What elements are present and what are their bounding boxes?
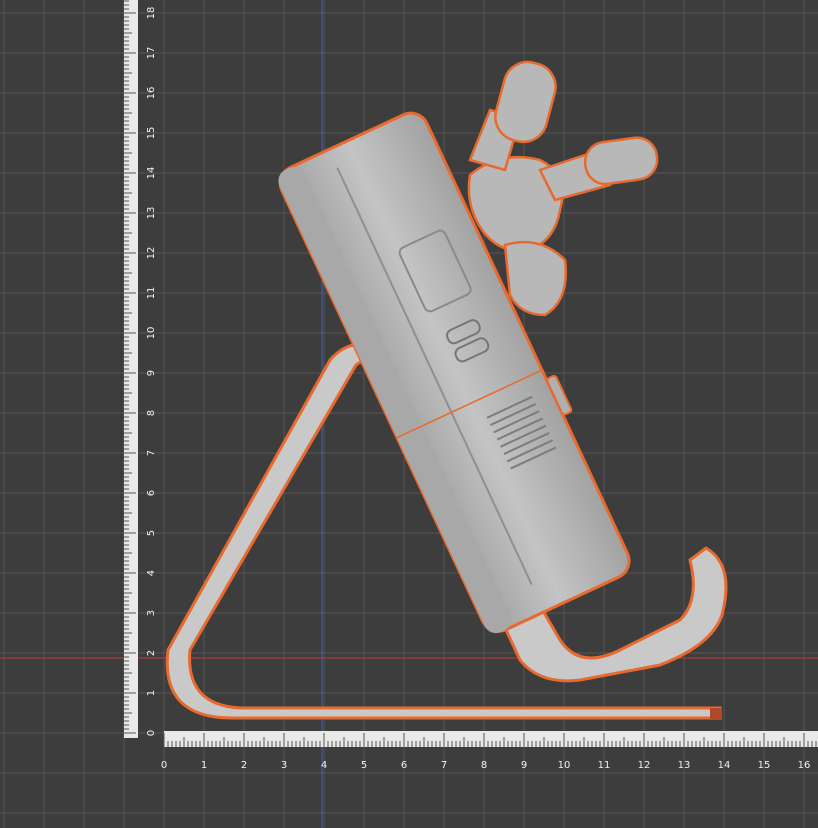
vertical-ruler-label: 13 [146, 207, 157, 220]
vertical-ruler-label: 8 [146, 410, 157, 416]
vertical-ruler-label: 18 [146, 7, 157, 20]
horizontal-ruler-label: 1 [201, 760, 207, 771]
vertical-ruler-label: 2 [146, 650, 157, 656]
vertical-ruler-label: 0 [146, 730, 157, 736]
horizontal-ruler-label: 0 [161, 760, 167, 771]
horizontal-ruler-label: 9 [521, 760, 527, 771]
figurine-legs [503, 240, 567, 317]
horizontal-ruler-label: 7 [441, 760, 447, 771]
figurine-cannon [583, 136, 659, 186]
figurine-cylinder [494, 60, 557, 144]
vertical-ruler-label: 3 [146, 610, 157, 616]
vertical-ruler-label: 9 [146, 370, 157, 376]
vertical-ruler-label: 10 [146, 327, 157, 340]
horizontal-ruler-label: 12 [638, 760, 651, 771]
horizontal-ruler-label: 6 [401, 760, 407, 771]
stand-end-cap [710, 708, 722, 720]
horizontal-ruler-label: 4 [321, 760, 327, 771]
horizontal-ruler-label: 13 [678, 760, 691, 771]
vertical-ruler-label: 17 [146, 47, 157, 60]
vertical-ruler-label: 11 [146, 287, 157, 300]
horizontal-ruler-label: 16 [798, 760, 811, 771]
vertical-ruler-label: 15 [146, 127, 157, 140]
horizontal-ruler-label: 8 [481, 760, 487, 771]
vertical-ruler-label: 16 [146, 87, 157, 100]
horizontal-ruler-label: 5 [361, 760, 367, 771]
vertical-ruler-label: 1 [146, 690, 157, 696]
horizontal-ruler-label: 15 [758, 760, 771, 771]
vertical-ruler-label: 12 [146, 247, 157, 260]
3d-viewport[interactable]: 0 1 2 3 4 5 6 7 8 9 10 11 12 13 14 15 16 17 18 01234567891… [0, 0, 818, 828]
vertical-ruler-label: 6 [146, 490, 157, 496]
horizontal-ruler-label: 2 [241, 760, 247, 771]
viewport-canvas[interactable]: 0123456789101112131415161718 01234567891… [0, 0, 818, 828]
horizontal-ruler-label: 11 [598, 760, 611, 771]
horizontal-ruler-label: 14 [718, 760, 731, 771]
vertical-ruler-label: 14 [146, 167, 157, 180]
vertical-ruler-label: 7 [146, 450, 157, 456]
vertical-ruler-label: 4 [146, 570, 157, 576]
horizontal-ruler-label: 10 [558, 760, 571, 771]
vertical-ruler-label: 5 [146, 530, 157, 536]
horizontal-ruler-label: 3 [281, 760, 287, 771]
